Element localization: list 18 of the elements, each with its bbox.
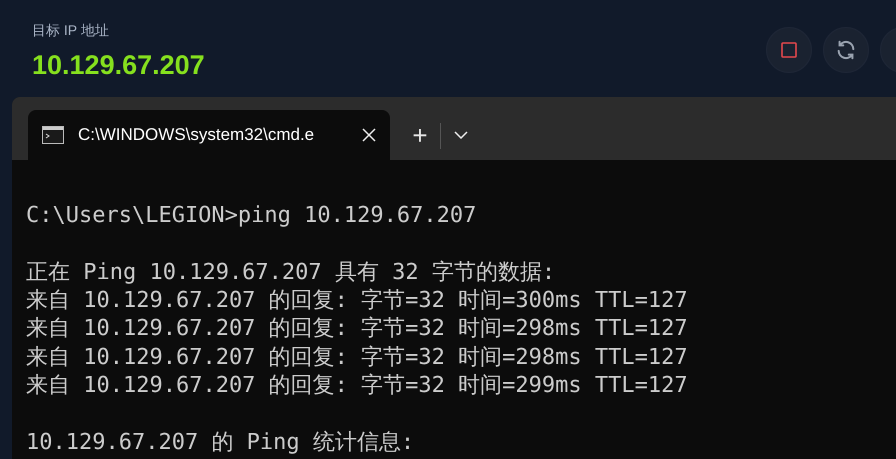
terminal-line: C:\Users\LEGION>ping 10.129.67.207 bbox=[26, 203, 476, 228]
terminal-line: 来自 10.129.67.207 的回复: 字节=32 时间=300ms TTL=127 bbox=[26, 288, 688, 314]
chevron-down-icon bbox=[454, 131, 468, 139]
terminal-line: 来自 10.129.67.207 的回复: 字节=32 时间=298ms TTL=127 bbox=[26, 344, 688, 370]
refresh-button[interactable] bbox=[823, 27, 869, 73]
terminal-line: 10.129.67.207 的 Ping 统计信息: bbox=[26, 430, 414, 455]
terminal-line: 来自 10.129.67.207 的回复: 字节=32 时间=299ms TTL=127 bbox=[26, 373, 688, 398]
terminal-icon bbox=[42, 126, 64, 144]
field-label: 目标 IP 地址 bbox=[32, 22, 110, 40]
terminal-line: 来自 10.129.67.207 的回复: 字节=32 时间=298ms TTL=127 bbox=[26, 316, 688, 342]
stop-icon bbox=[781, 42, 797, 58]
terminal-line: 正在 Ping 10.129.67.207 具有 32 字节的数据: bbox=[26, 260, 556, 285]
new-tab-button[interactable]: + bbox=[400, 110, 440, 160]
tab-title: C:\WINDOWS\system32\cmd.e bbox=[78, 125, 316, 145]
refresh-icon bbox=[835, 39, 857, 61]
terminal-tab[interactable]: C:\WINDOWS\system32\cmd.e bbox=[28, 110, 390, 160]
stop-button[interactable] bbox=[766, 27, 812, 73]
ip-address: 10.129.67.207 bbox=[32, 50, 205, 81]
